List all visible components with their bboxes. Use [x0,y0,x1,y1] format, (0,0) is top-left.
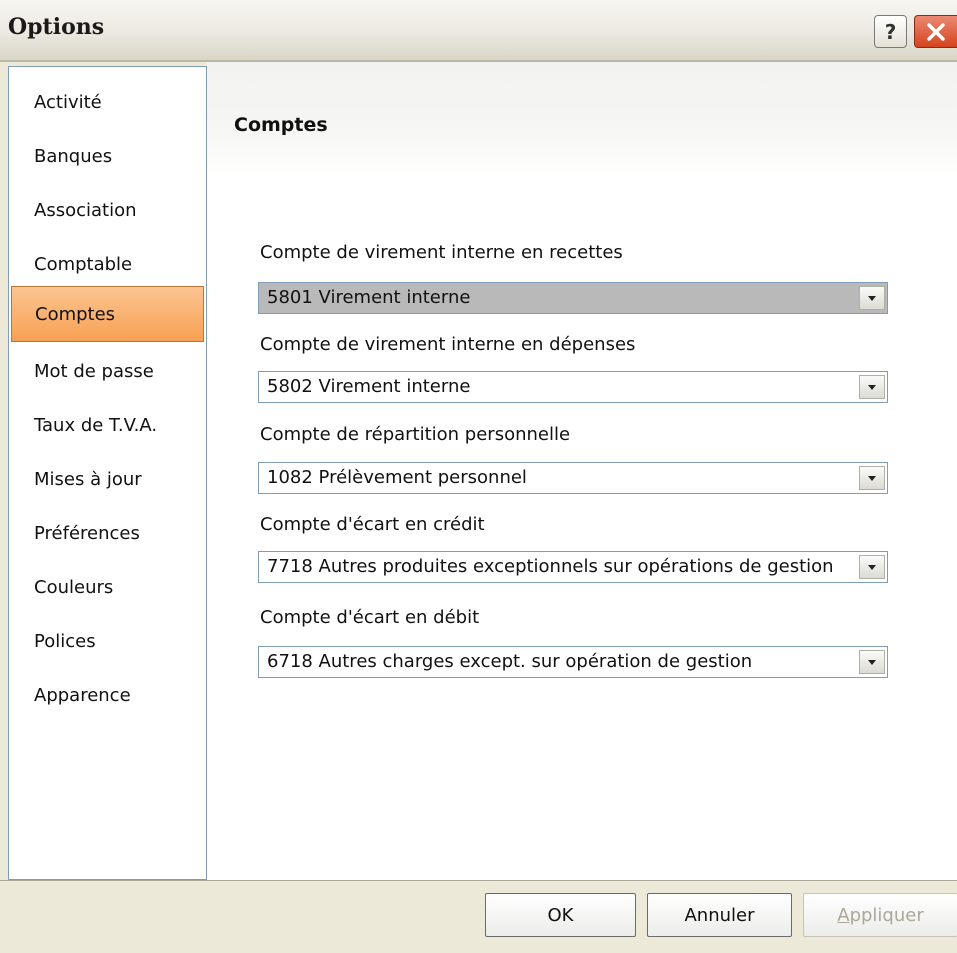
nav-item-label: Association [34,199,137,221]
apply-mnemonic: A [837,904,850,926]
combo-value: 6718 Autres charges except. sur opératio… [267,651,753,672]
nav-item-label: Activité [34,91,102,113]
section-header: Comptes [207,62,957,178]
field-label-ecart-debit: Compte d'écart en débit [260,607,480,628]
nav-item-activite[interactable]: Activité [11,82,204,122]
close-button[interactable] [914,15,957,48]
dropdown-arrow-icon[interactable] [859,555,885,579]
help-icon: ? [884,19,897,44]
dropdown-arrow-icon[interactable] [859,466,885,490]
nav-item-comptes[interactable]: Comptes [11,286,204,342]
nav-item-label: Banques [34,145,113,167]
nav-item-label: Préférences [34,522,140,544]
nav-item-label: Apparence [34,684,131,706]
nav-item-preferences[interactable]: Préférences [11,513,204,553]
nav-item-label: Polices [34,630,96,652]
combo-virement-depenses[interactable]: 5802 Virement interne [258,371,888,403]
dropdown-arrow-icon[interactable] [859,650,885,674]
ok-button[interactable]: OK [485,893,636,937]
apply-button[interactable]: Appliquer [803,893,957,937]
combo-repartition[interactable]: 1082 Prélèvement personnel [258,462,888,494]
field-label-repartition: Compte de répartition personnelle [260,424,571,445]
combo-ecart-credit[interactable]: 7718 Autres produites exceptionnels sur … [258,551,888,583]
dropdown-arrow-icon[interactable] [859,375,885,399]
help-button[interactable]: ? [874,15,907,48]
apply-label-rest: ppliquer [849,904,924,926]
nav-item-banques[interactable]: Banques [11,136,204,176]
nav-item-mises-a-jour[interactable]: Mises à jour [11,459,204,499]
cancel-button-label: Annuler [684,904,755,926]
nav-item-label: Taux de T.V.A. [34,414,158,436]
title-bar[interactable]: Options ? [0,0,957,62]
dropdown-arrow-icon[interactable] [859,286,885,310]
combo-value: 1082 Prélèvement personnel [267,467,527,488]
combo-value: 5802 Virement interne [267,376,471,397]
combo-ecart-debit[interactable]: 6718 Autres charges except. sur opératio… [258,646,888,678]
nav-item-label: Comptable [34,253,133,275]
combo-value: 7718 Autres produites exceptionnels sur … [267,556,834,577]
nav-item-polices[interactable]: Polices [11,621,204,661]
nav-item-mot-de-passe[interactable]: Mot de passe [11,351,204,391]
field-label-virement-recettes: Compte de virement interne en recettes [260,242,623,263]
combo-value: 5801 Virement interne [267,287,471,308]
nav-item-label: Mises à jour [34,468,142,490]
options-category-list[interactable]: Activité Banques Association Comptable C… [8,66,207,880]
apply-button-label: Appliquer [837,905,924,926]
section-title: Comptes [234,114,328,136]
nav-item-label: Mot de passe [34,360,154,382]
nav-item-comptable[interactable]: Comptable [11,244,204,284]
nav-item-taux-tva[interactable]: Taux de T.V.A. [11,405,204,445]
field-label-virement-depenses: Compte de virement interne en dépenses [260,334,636,355]
nav-item-couleurs[interactable]: Couleurs [11,567,204,607]
ok-button-label: OK [547,904,574,926]
combo-virement-recettes[interactable]: 5801 Virement interne [258,282,888,314]
settings-panel: Comptes Compte de virement interne en re… [207,62,957,880]
nav-item-label: Comptes [35,303,116,325]
cancel-button[interactable]: Annuler [647,893,792,937]
window-title: Options [8,14,105,40]
nav-item-association[interactable]: Association [11,190,204,230]
close-icon [927,22,945,41]
field-label-ecart-credit: Compte d'écart en crédit [260,514,485,535]
nav-item-apparence[interactable]: Apparence [11,675,204,715]
nav-item-label: Couleurs [34,576,114,598]
